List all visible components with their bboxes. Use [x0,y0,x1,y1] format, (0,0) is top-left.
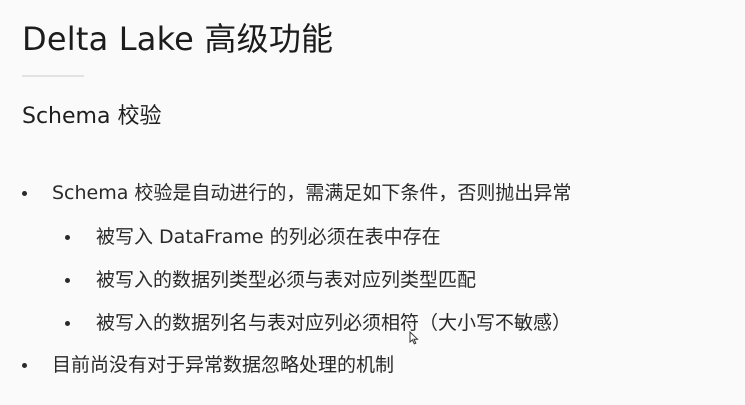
bullet-list: Schema 校验是自动进行的，需满足如下条件，否则抛出异常 被写入 DataF… [0,0,745,405]
sub-bullet-marker [65,278,70,283]
bullet-item: Schema 校验是自动进行的，需满足如下条件，否则抛出异常 [52,182,572,204]
bullet-marker [22,363,27,368]
mouse-pointer-icon [409,331,419,345]
sub-bullet-item: 被写入的数据列类型必须与表对应列类型匹配 [96,269,477,291]
sub-bullet-item: 被写入的数据列名与表对应列必须相符（大小写不敏感） [96,312,572,334]
bullet-item: 目前尚没有对于异常数据忽略处理的机制 [52,354,395,376]
sub-bullet-marker [65,321,70,326]
sub-bullet-item: 被写入 DataFrame 的列必须在表中存在 [96,226,441,248]
sub-bullet-marker [65,235,70,240]
slide: Delta Lake 高级功能 Schema 校验 Schema 校验是自动进行… [0,0,745,405]
bullet-marker [22,191,27,196]
